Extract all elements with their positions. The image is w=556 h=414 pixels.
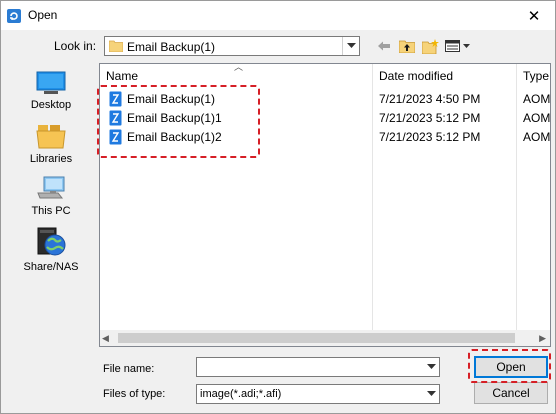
file-name: Email Backup(1)2 <box>127 130 222 144</box>
file-type: AOM <box>523 130 551 144</box>
backup-file-icon <box>109 129 122 145</box>
places-bar: Desktop Libraries This PC Share/NAS <box>12 64 90 349</box>
scrollbar-thumb[interactable] <box>118 333 515 343</box>
place-label: This PC <box>31 205 71 217</box>
desktop-icon <box>36 71 66 94</box>
backup-file-icon <box>109 91 122 107</box>
view-menu-icon[interactable] <box>444 37 472 55</box>
place-share-nas[interactable]: Share/NAS <box>12 227 90 273</box>
lookin-dropdown[interactable]: Email Backup(1) <box>104 36 360 56</box>
filetype-value: image(*.adi;*.afi) <box>200 388 282 400</box>
share-nas-icon <box>37 227 66 256</box>
place-this-pc[interactable]: This PC <box>12 175 90 217</box>
open-dialog: Open ✕ Look in: Email Backup(1) Desktop … <box>0 0 556 414</box>
place-libraries[interactable]: Libraries <box>12 123 90 165</box>
filetype-dropdown[interactable]: image(*.adi;*.afi) <box>196 384 440 404</box>
file-date: 7/21/2023 5:12 PM <box>379 130 481 144</box>
file-date: 7/21/2023 4:50 PM <box>379 92 481 106</box>
place-label: Libraries <box>29 153 73 165</box>
close-button[interactable]: ✕ <box>513 1 555 30</box>
window-title: Open <box>28 8 58 22</box>
chevron-down-icon[interactable] <box>423 358 439 376</box>
lookin-value: Email Backup(1) <box>127 40 216 54</box>
close-icon: ✕ <box>527 7 541 25</box>
file-type: AOM <box>523 92 551 106</box>
filename-input[interactable] <box>196 357 440 377</box>
place-label: Desktop <box>30 99 72 111</box>
cancel-button-label: Cancel <box>492 386 530 400</box>
file-row[interactable]: Email Backup(1) 7/21/2023 4:50 PM AOM <box>100 90 551 109</box>
scroll-right-icon[interactable]: ▶ <box>539 333 546 344</box>
file-list[interactable]: ︿ Name Date modified Type Email Backup(1… <box>99 63 551 347</box>
column-header-date[interactable]: Date modified <box>379 69 453 83</box>
column-header-name[interactable]: Name <box>106 69 138 83</box>
libraries-icon <box>36 125 66 149</box>
open-button-label: Open <box>496 360 526 374</box>
scroll-left-icon[interactable]: ◀ <box>102 333 109 344</box>
new-folder-icon[interactable] <box>421 37 439 55</box>
filetype-label: Files of type: <box>103 388 166 400</box>
file-name: Email Backup(1) <box>127 92 216 106</box>
filename-label: File name: <box>103 363 155 375</box>
app-refresh-icon <box>7 9 21 23</box>
place-desktop[interactable]: Desktop <box>12 71 90 111</box>
sort-ascending-icon: ︿ <box>234 63 244 72</box>
folder-icon <box>109 40 123 52</box>
up-folder-icon[interactable] <box>398 37 416 55</box>
file-type: AOM <box>523 111 551 125</box>
back-arrow-icon[interactable] <box>376 37 392 55</box>
file-row[interactable]: Email Backup(1)2 7/21/2023 5:12 PM AOM <box>100 128 551 147</box>
open-button[interactable]: Open <box>474 356 548 378</box>
this-pc-icon <box>37 176 65 199</box>
lookin-label: Look in: <box>54 39 97 53</box>
title-bar: Open ✕ <box>1 1 555 30</box>
column-header-type[interactable]: Type <box>523 69 549 83</box>
place-label: Share/NAS <box>23 261 79 273</box>
horizontal-scrollbar[interactable]: ◀ ▶ <box>100 330 550 346</box>
chevron-down-icon[interactable] <box>342 37 359 55</box>
backup-file-icon <box>109 110 122 126</box>
cancel-button[interactable]: Cancel <box>474 382 548 404</box>
file-row[interactable]: Email Backup(1)1 7/21/2023 5:12 PM AOM <box>100 109 551 128</box>
chevron-down-icon[interactable] <box>423 385 439 403</box>
file-date: 7/21/2023 5:12 PM <box>379 111 481 125</box>
file-name: Email Backup(1)1 <box>127 111 222 125</box>
